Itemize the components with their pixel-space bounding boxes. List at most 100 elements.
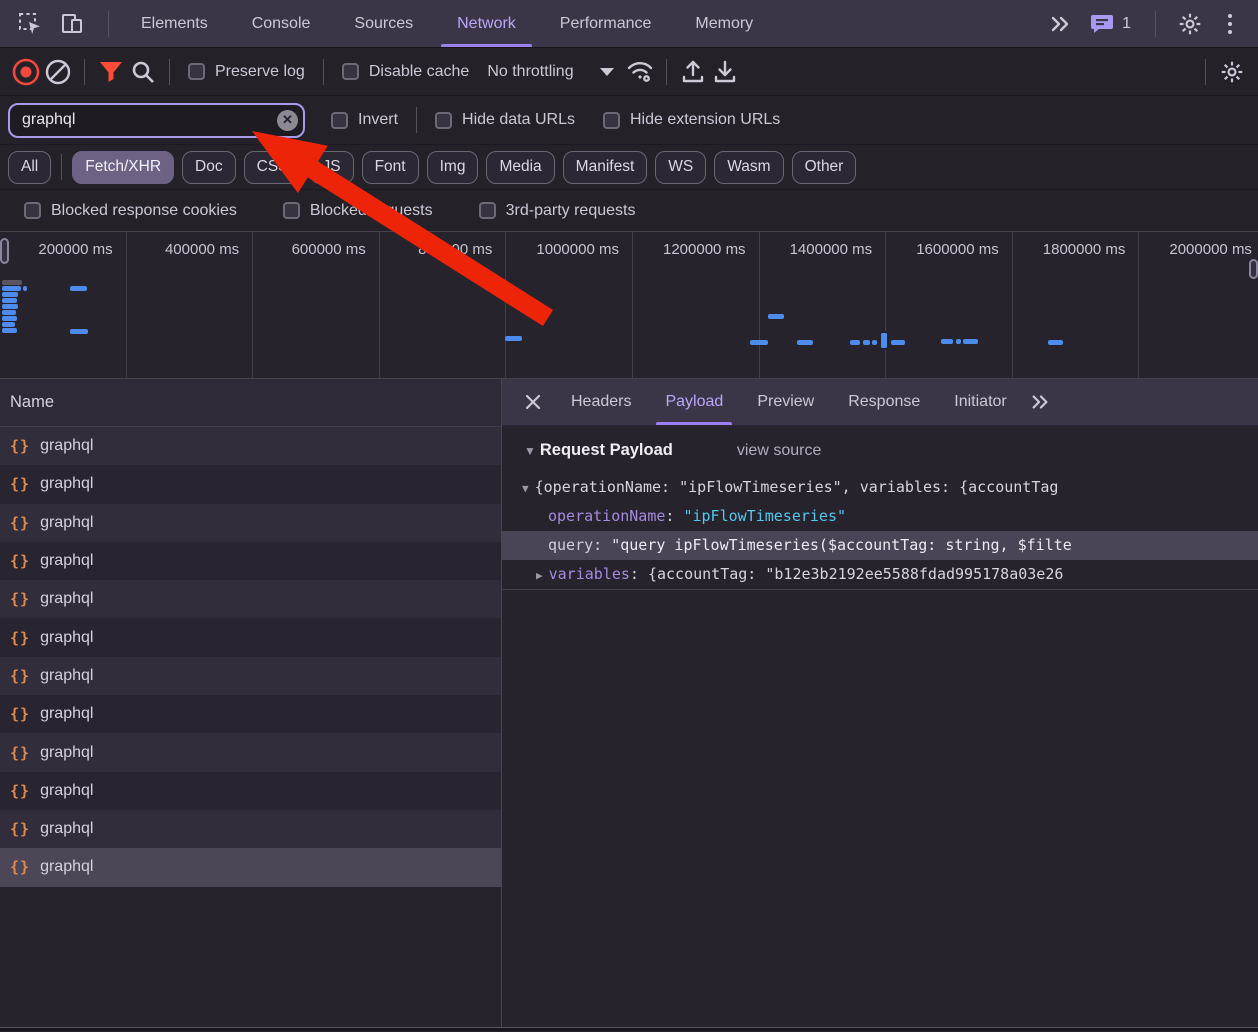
checkbox[interactable] [283,202,300,219]
payload-tree-row[interactable]: query: "query ipFlowTimeseries($accountT… [502,531,1258,560]
request-row[interactable]: {}graphql [0,580,501,618]
tab-network[interactable]: Network [435,0,538,47]
checkbox[interactable] [435,112,452,129]
toggle-device-toolbar-icon[interactable] [56,8,88,40]
chip-wasm[interactable]: Wasm [714,151,783,184]
checkbox[interactable] [331,112,348,129]
checkbox[interactable] [479,202,496,219]
filter-funnel-icon[interactable] [95,56,127,88]
request-row[interactable]: {}graphql [0,657,501,695]
request-row[interactable]: {}graphql [0,733,501,771]
request-row[interactable]: {}graphql [0,504,501,542]
filter-input[interactable] [8,103,305,138]
payload-tree-row[interactable]: ▶variables: {accountTag: "b12e3b2192ee55… [502,560,1258,589]
network-settings-gear-icon[interactable] [1216,56,1248,88]
name-column-header[interactable]: Name [0,379,501,427]
checkbox[interactable] [603,112,620,129]
invert-checkbox[interactable]: Invert [323,111,406,129]
hide-data-urls-checkbox[interactable]: Hide data URLs [427,111,583,129]
waterfall-bar[interactable] [863,340,870,345]
kebab-menu-icon[interactable] [1214,8,1246,40]
waterfall-bar[interactable] [23,286,27,291]
waterfall-bar[interactable] [850,340,860,345]
tab-memory[interactable]: Memory [673,0,775,47]
chip-media[interactable]: Media [486,151,554,184]
close-details-icon[interactable] [516,385,550,419]
collapsed-triangle-icon[interactable]: ▶ [536,569,543,582]
checkbox[interactable] [342,63,359,80]
details-tab-response[interactable]: Response [831,379,937,425]
chip-js[interactable]: JS [310,151,354,184]
payload-tree-row[interactable]: operationName: "ipFlowTimeseries" [502,502,1258,531]
chip-font[interactable]: Font [362,151,419,184]
clear-filter-icon[interactable]: ✕ [277,110,298,131]
settings-gear-icon[interactable] [1174,8,1206,40]
waterfall-bar[interactable] [768,314,784,319]
3rd-party-requests-checkbox[interactable]: 3rd-party requests [471,202,644,220]
request-payload-header[interactable]: ▼ Request Payload view source [502,426,1258,460]
inspect-element-icon[interactable] [14,8,46,40]
tab-elements[interactable]: Elements [119,0,230,47]
chip-other[interactable]: Other [792,151,857,184]
waterfall-bar[interactable] [2,298,17,303]
collapse-triangle-icon[interactable]: ▼ [524,444,536,458]
details-tab-initiator[interactable]: Initiator [937,379,1023,425]
waterfall-bar[interactable] [956,339,961,344]
request-row[interactable]: {}graphql [0,618,501,656]
waterfall-bar[interactable] [879,331,889,350]
more-panels-icon[interactable] [1044,8,1076,40]
more-details-tabs-icon[interactable] [1024,386,1056,418]
chip-doc[interactable]: Doc [182,151,236,184]
hide-extension-urls-checkbox[interactable]: Hide extension URLs [595,111,788,129]
waterfall-bar[interactable] [2,328,17,333]
disable-cache-checkbox[interactable]: Disable cache [334,63,478,81]
network-conditions-icon[interactable] [624,56,656,88]
chip-img[interactable]: Img [427,151,479,184]
waterfall-bar[interactable] [2,316,17,321]
preserve-log-checkbox[interactable]: Preserve log [180,63,313,81]
waterfall-bar[interactable] [2,304,18,309]
search-icon[interactable] [127,56,159,88]
tab-console[interactable]: Console [230,0,333,47]
request-row[interactable]: {}graphql [0,810,501,848]
waterfall-bar[interactable] [2,292,18,297]
chip-all[interactable]: All [8,151,51,184]
view-source-link[interactable]: view source [737,442,821,460]
throttling-select[interactable]: No throttling [477,63,623,81]
waterfall-bar[interactable] [2,280,22,285]
waterfall-bar[interactable] [963,339,978,344]
waterfall-bar[interactable] [2,322,15,327]
chip-ws[interactable]: WS [655,151,706,184]
waterfall-bar[interactable] [2,286,21,291]
waterfall-bar[interactable] [941,339,953,344]
tab-sources[interactable]: Sources [332,0,435,47]
chip-manifest[interactable]: Manifest [563,151,648,184]
checkbox[interactable] [188,63,205,80]
request-row[interactable]: {}graphql [0,542,501,580]
request-row[interactable]: {}graphql [0,427,501,465]
details-tab-headers[interactable]: Headers [554,379,648,425]
timeline-range-handle[interactable] [1249,259,1258,279]
issues-counter[interactable]: 1 [1084,13,1137,35]
waterfall-bar[interactable] [872,340,877,345]
details-tab-preview[interactable]: Preview [740,379,831,425]
waterfall-bar[interactable] [70,329,88,334]
request-row[interactable]: {}graphql [0,772,501,810]
waterfall-bar[interactable] [750,340,768,345]
waterfall-bar[interactable] [1048,340,1063,345]
request-row[interactable]: {}graphql [0,695,501,733]
details-tab-payload[interactable]: Payload [648,379,740,425]
blocked-requests-checkbox[interactable]: Blocked requests [275,202,441,220]
blocked-response-cookies-checkbox[interactable]: Blocked response cookies [16,202,245,220]
waterfall-bar[interactable] [891,340,905,345]
clear-network-log-icon[interactable] [42,56,74,88]
record-network-log-icon[interactable] [10,56,42,88]
waterfall-bar[interactable] [70,286,87,291]
waterfall-bar[interactable] [2,310,16,315]
expanded-triangle-icon[interactable]: ▼ [522,482,529,495]
checkbox[interactable] [24,202,41,219]
chip-fetch-xhr[interactable]: Fetch/XHR [72,151,174,184]
chip-css[interactable]: CSS [244,151,302,184]
request-row[interactable]: {}graphql [0,848,501,886]
network-overview-timeline[interactable]: 200000 ms400000 ms600000 ms800000 ms1000… [0,232,1258,379]
